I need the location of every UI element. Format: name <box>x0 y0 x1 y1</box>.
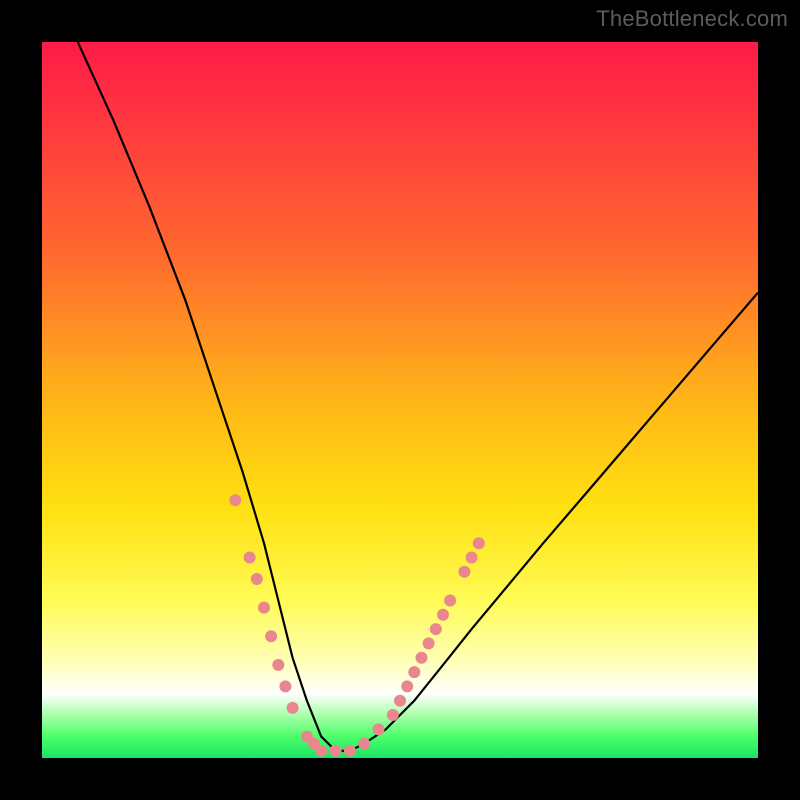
data-marker <box>423 637 435 649</box>
data-marker <box>358 738 370 750</box>
data-marker <box>387 709 399 721</box>
data-marker <box>244 552 256 564</box>
marker-group <box>229 494 484 757</box>
chart-svg <box>42 42 758 758</box>
data-marker <box>466 552 478 564</box>
data-marker <box>401 680 413 692</box>
data-marker <box>444 595 456 607</box>
chart-frame: TheBottleneck.com <box>0 0 800 800</box>
data-marker <box>373 723 385 735</box>
watermark-text: TheBottleneck.com <box>596 6 788 32</box>
plot-area <box>42 42 758 758</box>
data-marker <box>430 623 442 635</box>
data-marker <box>344 745 356 757</box>
bottleneck-curve <box>78 42 758 751</box>
data-marker <box>251 573 263 585</box>
data-marker <box>394 695 406 707</box>
data-marker <box>437 609 449 621</box>
data-marker <box>408 666 420 678</box>
data-marker <box>272 659 284 671</box>
data-marker <box>229 494 241 506</box>
data-marker <box>416 652 428 664</box>
data-marker <box>315 745 327 757</box>
data-marker <box>287 702 299 714</box>
data-marker <box>265 630 277 642</box>
data-marker <box>258 602 270 614</box>
data-marker <box>473 537 485 549</box>
data-marker <box>330 745 342 757</box>
data-marker <box>458 566 470 578</box>
data-marker <box>279 680 291 692</box>
